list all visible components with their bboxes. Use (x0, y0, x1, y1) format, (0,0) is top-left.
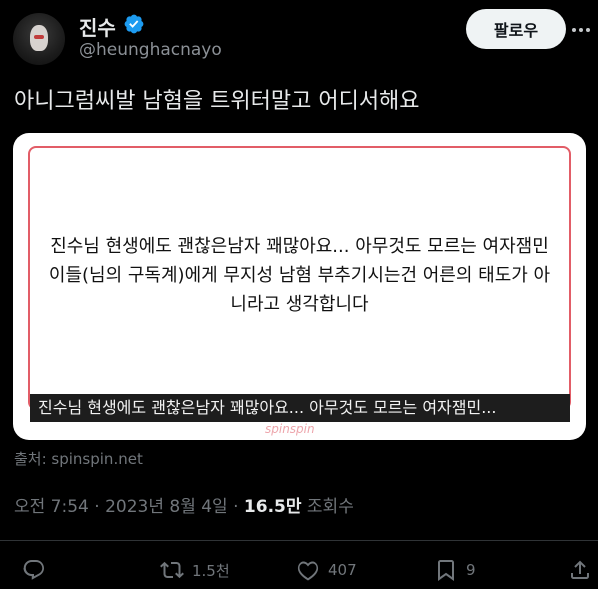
verified-badge-icon (124, 14, 144, 34)
like-button[interactable]: 407 (296, 558, 357, 582)
views-count: 16.5만 (243, 497, 302, 517)
share-icon (571, 560, 589, 579)
source-text: 출처: spinspin.net (14, 450, 143, 468)
bookmark-icon (438, 560, 454, 581)
tweet-image[interactable]: 진수님 현생에도 괜찮은남자 꽤많아요... 아무것도 모르는 여자잼민이들(님… (13, 133, 586, 440)
share-button[interactable] (568, 558, 592, 582)
follow-button[interactable]: 팔로우 (466, 9, 566, 49)
tweet-time[interactable]: 오전 7:54 (14, 497, 89, 517)
bookmark-count: 9 (466, 561, 476, 579)
like-count: 407 (328, 561, 357, 579)
retweet-button[interactable]: 1.5천 (160, 558, 230, 582)
divider (0, 540, 598, 541)
action-bar: 1.5천 407 9 (0, 555, 598, 589)
avatar-face (30, 25, 48, 51)
avatar[interactable] (13, 13, 65, 65)
views-label: 조회수 (306, 497, 354, 517)
tweet-meta: 오전 7:54 · 2023년 8월 4일 · 16.5만 조회수 (14, 492, 354, 517)
retweet-count: 1.5천 (192, 561, 230, 580)
author-handle[interactable]: @heunghacnayo (79, 40, 222, 60)
retweet-icon (160, 561, 184, 579)
image-watermark: spinspin (265, 422, 315, 436)
meta-separator: · (88, 497, 106, 517)
heart-icon (297, 561, 319, 581)
image-caption: 진수님 현생에도 괜찮은남자 꽤많아요... 아무것도 모르는 여자잼민... (30, 394, 570, 422)
tweet-date[interactable]: 2023년 8월 4일 (105, 497, 228, 517)
tweet-text: 아니그럼씨발 남혐을 트위터말고 어디서해요 (14, 89, 420, 114)
reply-button[interactable] (22, 558, 46, 582)
bookmark-button[interactable]: 9 (434, 558, 476, 582)
image-body-text: 진수님 현생에도 괜찮은남자 꽤많아요... 아무것도 모르는 여자잼민이들(님… (48, 236, 551, 315)
meta-separator: · (227, 497, 244, 517)
author-name[interactable]: 진수 (79, 12, 116, 41)
reply-icon (23, 560, 44, 580)
more-options-icon[interactable] (572, 20, 594, 40)
